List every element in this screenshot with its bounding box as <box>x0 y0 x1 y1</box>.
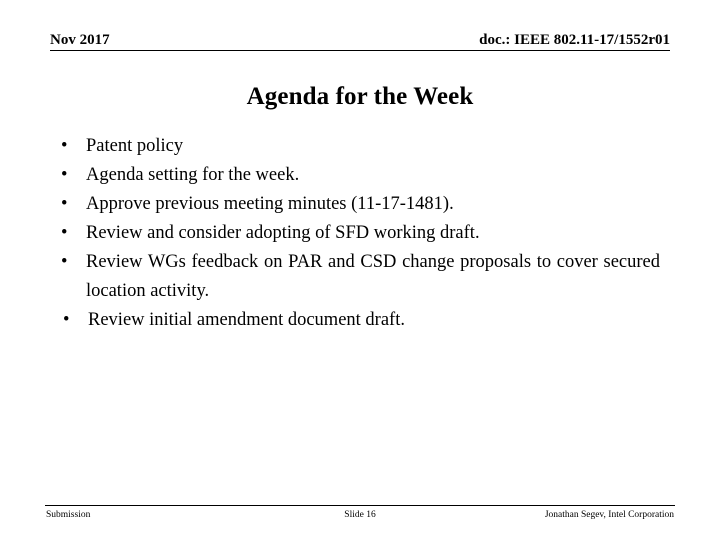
footer-divider <box>45 505 675 506</box>
list-item-label: Review WGs feedback on PAR and CSD chang… <box>86 252 660 301</box>
presentation-slide: Nov 2017 doc.: IEEE 802.11-17/1552r01 Ag… <box>0 0 720 540</box>
header-date: Nov 2017 <box>50 32 110 48</box>
bullet-dot-icon: • <box>61 165 68 185</box>
bullet-dot-icon: • <box>61 223 68 243</box>
bullet-dot-icon: • <box>61 136 68 156</box>
list-item-label: Patent policy <box>86 136 184 156</box>
list-item: • Approve previous meeting minutes (11-1… <box>50 190 660 219</box>
list-item: • Review initial amendment document draf… <box>50 306 660 335</box>
header-row: Nov 2017 doc.: IEEE 802.11-17/1552r01 <box>50 28 670 50</box>
bullet-dot-icon: • <box>63 310 70 330</box>
bullet-dot-icon: • <box>61 252 68 272</box>
footer-row: Submission Slide 16 Jonathan Segev, Inte… <box>45 509 675 525</box>
slide-header: Nov 2017 doc.: IEEE 802.11-17/1552r01 <box>50 28 670 54</box>
list-item-label: Agenda setting for the week. <box>86 165 300 185</box>
bullet-dot-icon: • <box>61 194 68 214</box>
list-item: • Agenda setting for the week. <box>50 161 660 190</box>
header-document-number: doc.: IEEE 802.11-17/1552r01 <box>479 32 670 48</box>
slide-title: Agenda for the Week <box>246 83 474 110</box>
list-item: • Review WGs feedback on PAR and CSD cha… <box>50 248 660 306</box>
footer-author: Jonathan Segev, Intel Corporation <box>544 510 674 520</box>
list-item-label: Review initial amendment document draft. <box>88 310 405 330</box>
agenda-bullet-list: • Patent policy • Agenda setting for the… <box>50 132 660 335</box>
list-item: • Review and consider adopting of SFD wo… <box>50 219 660 248</box>
list-item-label: Approve previous meeting minutes (11-17-… <box>86 194 454 214</box>
header-divider <box>50 50 670 51</box>
list-item: • Patent policy <box>50 132 660 161</box>
list-item-label: Review and consider adopting of SFD work… <box>86 223 480 243</box>
